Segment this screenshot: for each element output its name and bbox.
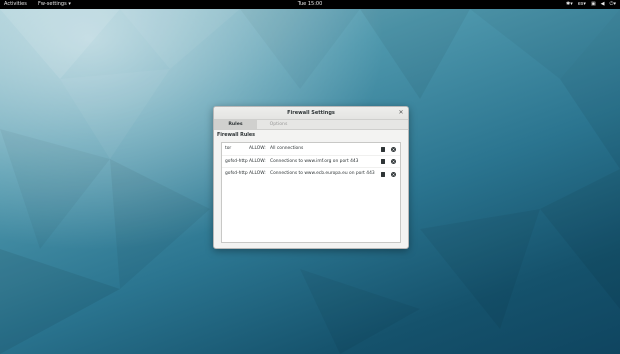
accessibility-icon[interactable]: ✱▾	[566, 0, 573, 9]
dialog-titlebar[interactable]: Firewall Settings ✕	[214, 107, 408, 120]
tab-bar: Rules Options	[214, 120, 408, 130]
dialog-title: Firewall Settings	[287, 110, 335, 116]
edit-icon[interactable]	[381, 159, 385, 164]
rules-list: tor ALLOW: All connections ✕ gofsd-http …	[221, 142, 401, 243]
delete-icon[interactable]: ✕	[391, 171, 396, 177]
firewall-settings-dialog: Firewall Settings ✕ Rules Options Firewa…	[213, 106, 409, 249]
system-tray[interactable]: ✱▾ es▾ ▣ ◀ ⏻▾	[566, 0, 616, 9]
edit-icon[interactable]	[381, 146, 385, 152]
list-item[interactable]: gofsd-http ALLOW: Connections to www.imf…	[222, 154, 400, 168]
top-bar: Activities Fw-settings ▾ Tue 15:00 ✱▾ es…	[0, 0, 620, 9]
close-icon[interactable]: ✕	[397, 107, 405, 119]
tab-options[interactable]: Options	[257, 120, 300, 129]
network-icon: ▣	[590, 1, 596, 7]
rule-app: gofsd-http	[225, 158, 248, 164]
list-item[interactable]: gofsd-http ALLOW: Connections to www.ecb…	[222, 167, 400, 180]
list-item[interactable]: tor ALLOW: All connections ✕	[222, 143, 400, 155]
keyboard-layout[interactable]: es▾	[578, 0, 586, 9]
rule-target: Connections to www.ecb.europa.eu on port…	[270, 171, 375, 176]
keyboard-layout-label: es	[577, 1, 584, 7]
volume-icon: ◀	[600, 1, 605, 7]
rule-app: gofsd-http	[225, 171, 248, 176]
rule-action: ALLOW:	[249, 158, 266, 164]
rule-action: ALLOW:	[249, 171, 266, 176]
delete-icon[interactable]: ✕	[391, 146, 396, 152]
power-icon: ⏻▾	[609, 1, 616, 7]
rule-target: All connections	[270, 146, 304, 151]
clock[interactable]: Tue 15:00	[0, 0, 620, 9]
rule-app: tor	[225, 146, 232, 151]
rule-target: Connections to www.imf.org on port 443	[270, 158, 359, 164]
delete-icon[interactable]: ✕	[391, 159, 396, 164]
edit-icon[interactable]	[381, 171, 385, 177]
rule-action: ALLOW:	[249, 146, 266, 151]
section-title: Firewall Rules	[217, 133, 256, 138]
tab-rules[interactable]: Rules	[214, 120, 257, 129]
